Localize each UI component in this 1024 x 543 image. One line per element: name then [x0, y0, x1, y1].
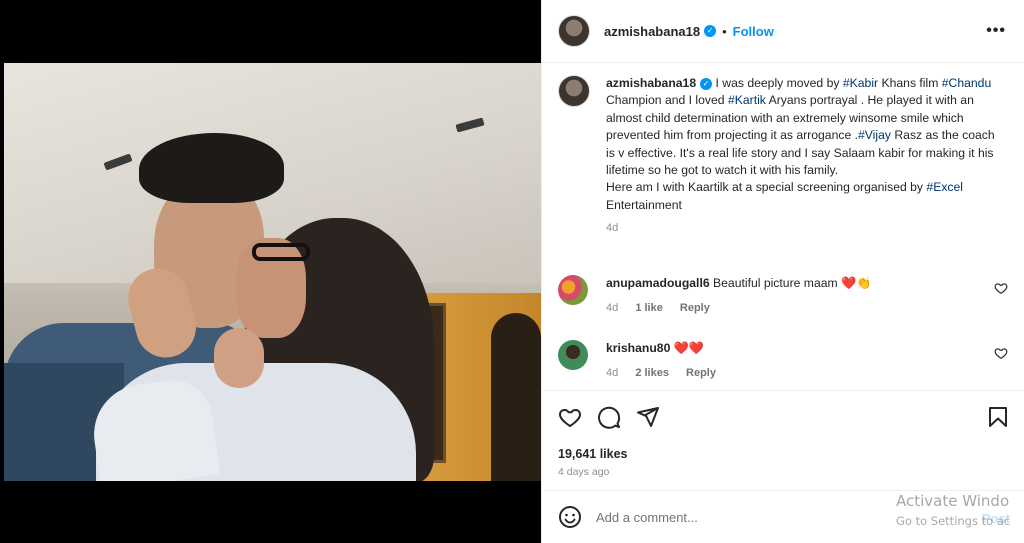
photo-door	[491, 313, 541, 481]
post-actions: 19,641 likes 4 days ago	[542, 390, 1024, 490]
caption-time[interactable]: 4d	[606, 220, 1006, 237]
caption-text-part: I was deeply moved by	[712, 76, 843, 90]
hashtag-link[interactable]: #Excel	[926, 180, 963, 194]
comment-time[interactable]: 4d	[606, 367, 618, 379]
comment-body: anupamadougall6 Beautiful picture maam ❤…	[606, 275, 871, 317]
post-caption: azmishabana18 ✓ I was deeply moved by #Ka…	[558, 75, 1008, 238]
comment-meta: 4d 2 likes Reply	[606, 365, 730, 382]
post-panel: azmishabana18 ✓ • Follow ••• azmishabana…	[541, 0, 1024, 543]
hashtag-link[interactable]: #Chandu	[942, 76, 991, 90]
caption-text: azmishabana18 ✓ I was deeply moved by #Ka…	[606, 75, 1006, 238]
post-photo[interactable]	[4, 63, 541, 481]
windows-activation-watermark: Activate Windo Go to Settings to ac	[896, 492, 1010, 528]
separator-dot: •	[722, 23, 727, 39]
comment-like-heart-icon[interactable]	[994, 281, 1008, 295]
author-username[interactable]: azmishabana18	[604, 24, 700, 39]
caption-username[interactable]: azmishabana18	[606, 76, 696, 90]
photo-hand	[214, 328, 264, 388]
comment-body: krishanu80 ❤️❤️ 4d 2 likes Reply	[606, 340, 730, 382]
hashtag-link[interactable]: #Kabir	[843, 76, 878, 90]
commenter-avatar[interactable]	[558, 275, 588, 305]
comment-likes[interactable]: 1 like	[635, 302, 663, 314]
more-options-icon[interactable]: •••	[986, 22, 1006, 40]
photo-person-hair	[139, 133, 284, 203]
comment-icon[interactable]	[597, 405, 621, 429]
comment-emoji: ❤️❤️	[673, 341, 705, 355]
caption-text-part: Champion and I loved	[606, 93, 728, 108]
comment-meta: 4d 1 like Reply	[606, 300, 871, 317]
post-header: azmishabana18 ✓ • Follow •••	[542, 0, 1024, 63]
hashtag-link[interactable]: #Kartik	[728, 93, 766, 107]
photo-glasses	[252, 243, 310, 261]
comment-time[interactable]: 4d	[606, 302, 618, 314]
comment-item: anupamadougall6 Beautiful picture maam ❤…	[558, 275, 1008, 317]
caption-text-part: Here am I with Kaartilk at a special scr…	[606, 180, 927, 195]
share-icon[interactable]	[636, 405, 660, 429]
emoji-icon[interactable]	[558, 505, 582, 529]
author-avatar[interactable]	[558, 15, 590, 47]
caption-text-part: Khans film	[878, 76, 942, 90]
watermark-subtitle: Go to Settings to ac	[896, 514, 1011, 528]
comment-username[interactable]: anupamadougall6	[606, 276, 710, 290]
post-media[interactable]	[0, 0, 541, 543]
posted-time[interactable]: 4 days ago	[558, 466, 609, 478]
comment-emoji: ❤️👏	[841, 276, 872, 290]
hashtag-link[interactable]: #Vijay	[858, 128, 891, 142]
verified-badge-icon: ✓	[700, 77, 713, 90]
bookmark-icon[interactable]	[986, 405, 1010, 429]
comment-like-heart-icon[interactable]	[994, 346, 1008, 360]
comment-item: krishanu80 ❤️❤️ 4d 2 likes Reply	[558, 340, 1008, 382]
commenter-avatar[interactable]	[558, 340, 588, 370]
caption-text-part: Entertainment	[606, 197, 682, 212]
comment-text: Beautiful picture maam	[709, 276, 842, 290]
comment-input[interactable]	[596, 509, 856, 525]
follow-button[interactable]: Follow	[733, 24, 774, 39]
likes-count[interactable]: 19,641 likes	[558, 447, 628, 461]
verified-badge-icon: ✓	[704, 25, 717, 37]
reply-button[interactable]: Reply	[680, 302, 710, 314]
comment-likes[interactable]: 2 likes	[635, 367, 669, 379]
caption-author-avatar[interactable]	[558, 75, 590, 107]
reply-button[interactable]: Reply	[686, 367, 716, 379]
comment-username[interactable]: krishanu80	[606, 341, 670, 355]
heart-icon[interactable]	[558, 405, 582, 429]
watermark-title: Activate Windo	[896, 492, 1010, 510]
